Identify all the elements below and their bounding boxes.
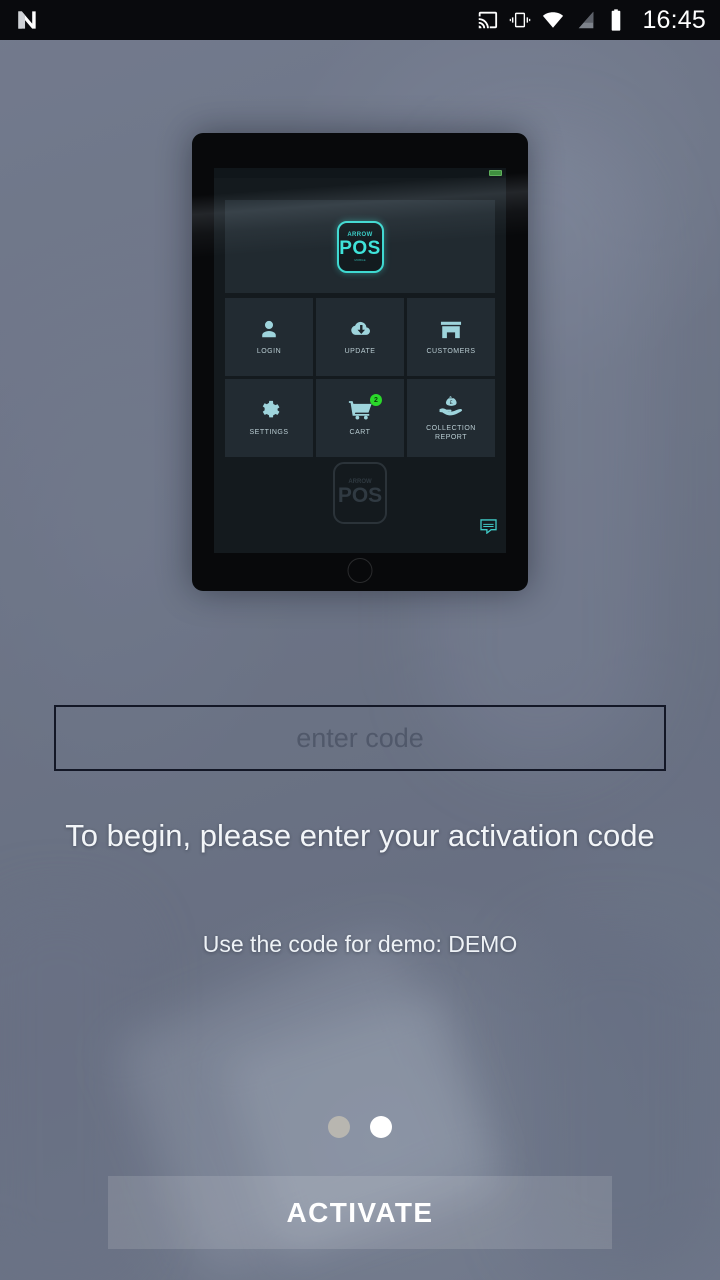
cloud-download-icon	[348, 318, 372, 340]
pos-tile-customers: CUSTOMERS	[407, 298, 495, 376]
wifi-icon	[543, 12, 564, 28]
hand-money-icon: £	[438, 395, 464, 417]
status-bar: 16:45	[0, 0, 720, 40]
vibrate-icon	[510, 12, 531, 28]
activation-code-input[interactable]	[54, 705, 666, 771]
pos-tile-label: SETTINGS	[249, 429, 289, 436]
status-bar-clock: 16:45	[642, 5, 706, 34]
pos-tile-label: CART	[349, 429, 371, 436]
status-bar-notifications	[14, 7, 40, 33]
page-indicator-dot-2[interactable]	[370, 1116, 392, 1138]
pos-watermark-title: POS	[337, 484, 383, 507]
pos-logo: ARROW POS MOBILE	[336, 220, 384, 273]
pos-tile-label: CUSTOMERS	[426, 347, 476, 355]
pos-tile-label-line1: COLLECTION	[426, 424, 476, 432]
page-indicator-dot-1[interactable]	[328, 1116, 350, 1138]
pos-tile-settings: SETTINGS	[225, 379, 313, 457]
tablet-status-bar	[214, 168, 506, 178]
demo-code-hint: Use the code for demo: DEMO	[202, 931, 518, 957]
chat-bubble-icon	[480, 519, 497, 539]
tablet-home-button	[347, 558, 373, 583]
pos-tile-label: LOGIN	[256, 348, 282, 355]
pos-tile-label: UPDATE	[344, 348, 376, 355]
pos-tile-label: COLLECTION REPORT	[426, 424, 476, 442]
store-icon	[439, 319, 463, 340]
tablet-battery-icon	[489, 170, 502, 176]
pos-logo-sub: MOBILE	[354, 258, 366, 262]
pos-tile-update: UPDATE	[316, 298, 404, 376]
pos-tile-cart: 2 CART	[316, 379, 404, 457]
activation-screen: 16:45 ARROW POS MOBILE LOGIN UPDATE CUST…	[0, 0, 720, 1280]
status-bar-system-icons: 16:45	[476, 6, 706, 35]
pos-tile-login: LOGIN	[225, 298, 313, 376]
pos-watermark-logo: ARROW POS	[333, 462, 387, 524]
gear-icon	[258, 399, 280, 421]
pos-app-header: ARROW POS MOBILE	[225, 200, 495, 293]
pos-tile-grid: LOGIN UPDATE CUSTOMERS SETTINGS 2 CART £…	[225, 298, 495, 457]
cart-badge: 2	[370, 394, 382, 406]
cast-icon	[479, 11, 498, 29]
android-n-logo-icon	[18, 11, 36, 29]
shopping-cart-icon	[348, 399, 373, 421]
person-icon	[258, 318, 280, 340]
activate-button[interactable]: ACTIVATE	[108, 1176, 612, 1249]
pos-logo-title: POS	[339, 238, 381, 259]
activation-headline: To begin, please enter your activation c…	[65, 818, 655, 853]
tablet-screen: ARROW POS MOBILE LOGIN UPDATE CUSTOMERS …	[214, 168, 506, 553]
pos-tile-collection-report: £ COLLECTION REPORT	[407, 379, 495, 457]
tablet-illustration: ARROW POS MOBILE LOGIN UPDATE CUSTOMERS …	[192, 133, 528, 591]
battery-icon	[612, 9, 621, 31]
svg-text:£: £	[450, 399, 453, 405]
page-indicator	[0, 1116, 720, 1138]
pos-tile-label-line2: REPORT	[434, 433, 468, 441]
signal-icon	[579, 11, 594, 29]
